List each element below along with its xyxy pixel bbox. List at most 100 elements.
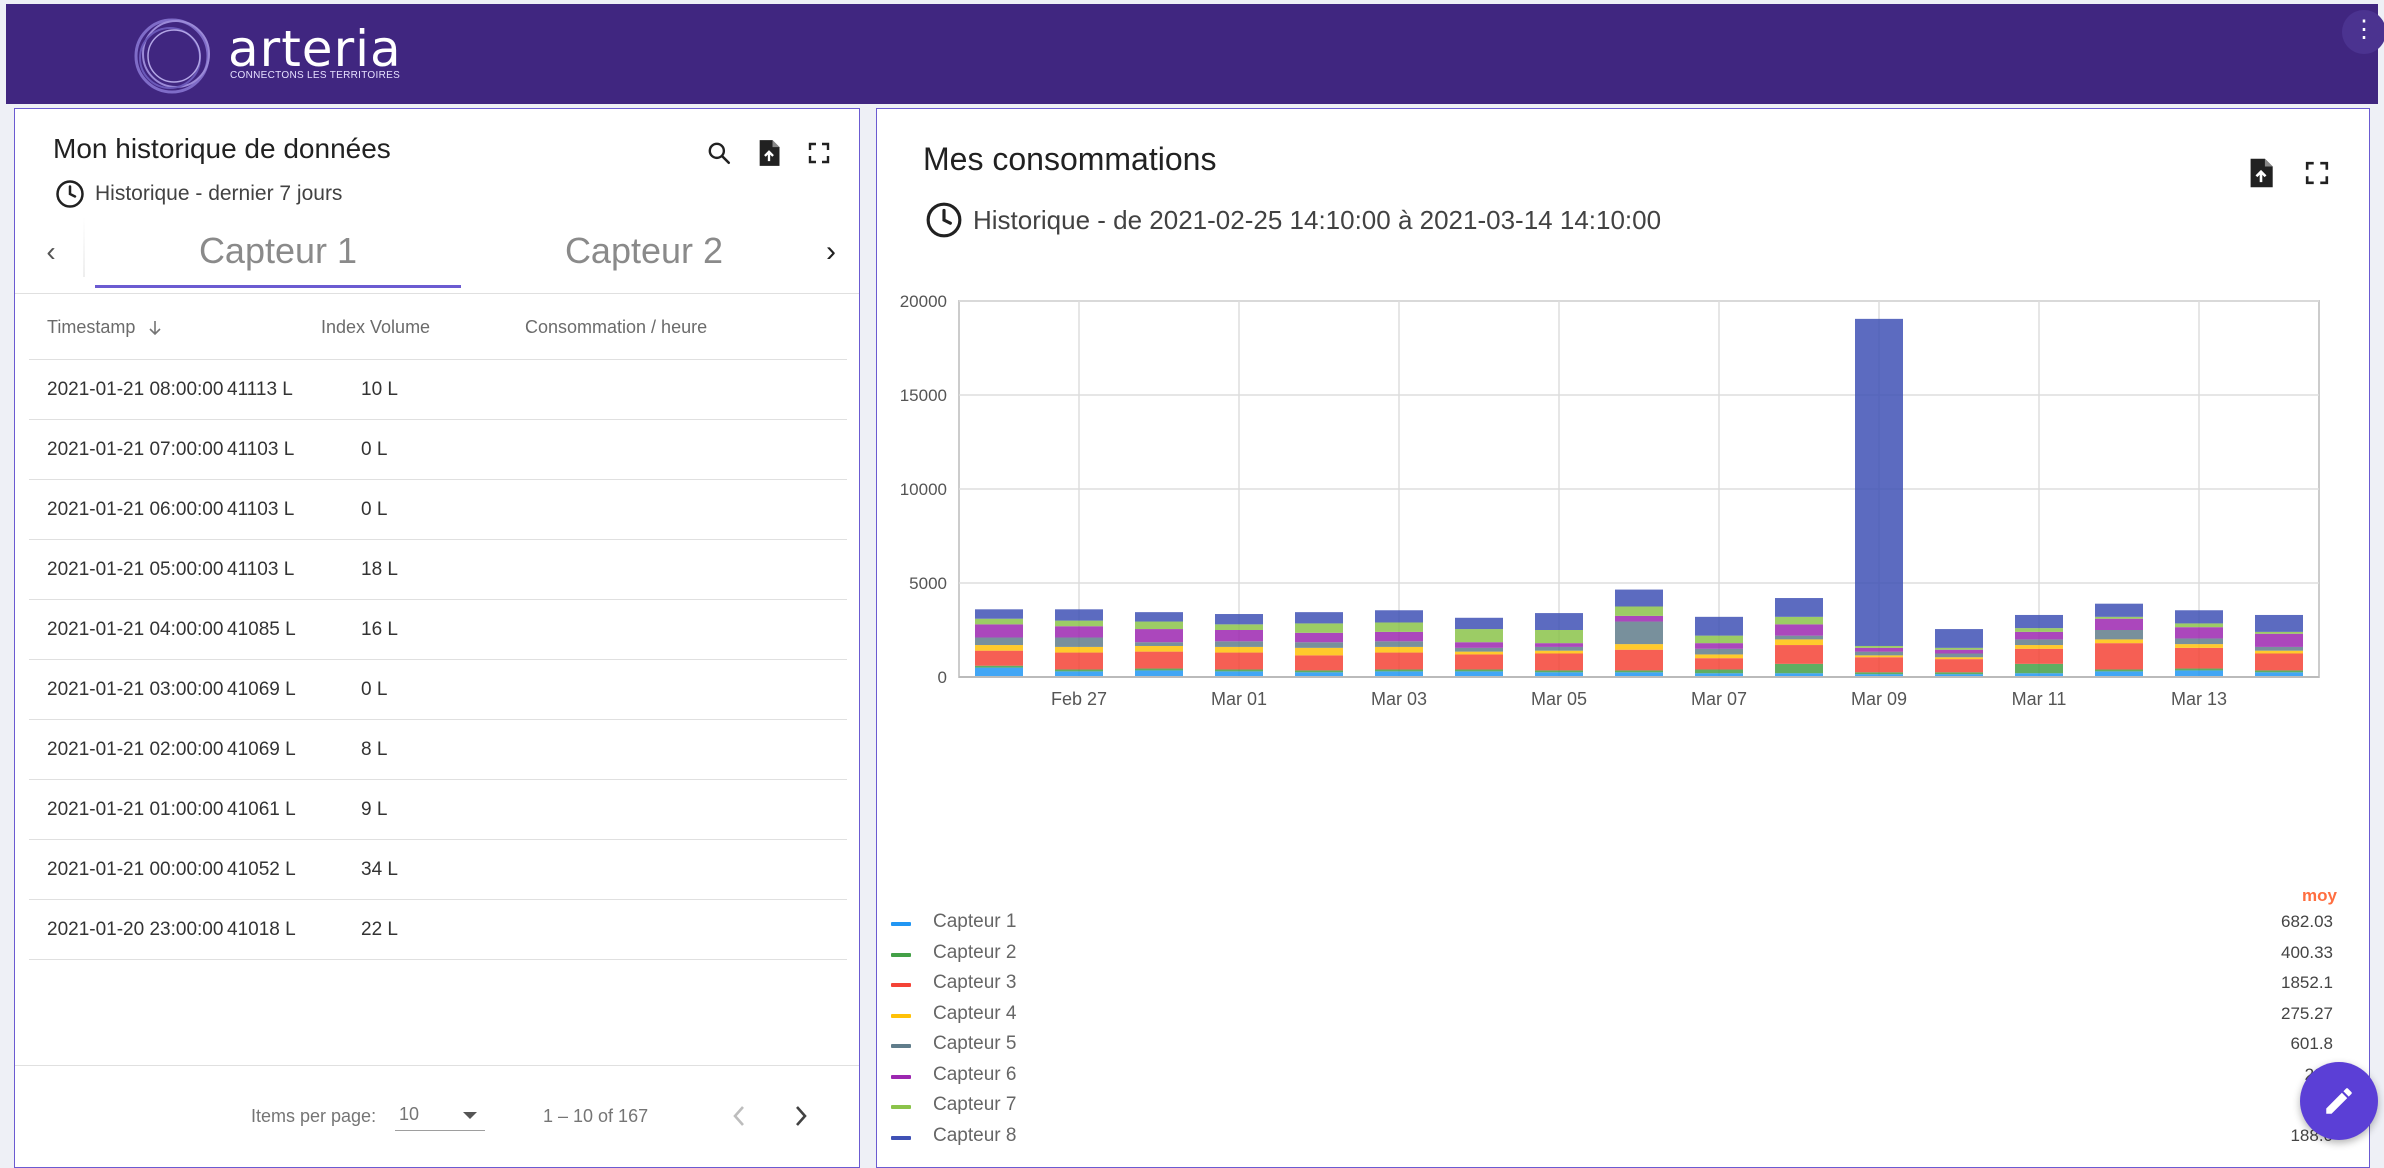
table-row[interactable]: 2021-01-21 03:00:00 41069 L 0 L bbox=[29, 659, 847, 720]
bar-segment bbox=[1615, 644, 1663, 650]
next-page-button[interactable] bbox=[781, 1096, 821, 1136]
y-tick-label: 0 bbox=[938, 668, 947, 687]
brand-logo[interactable]: arteria CONNECTONS LES TERRITOIRES bbox=[130, 6, 410, 104]
table-row[interactable]: 2021-01-21 05:00:00 41103 L 18 L bbox=[29, 539, 847, 600]
bar-segment bbox=[1855, 645, 1903, 648]
bar-segment bbox=[1295, 642, 1343, 648]
bar-segment bbox=[1135, 612, 1183, 622]
bar-segment bbox=[1375, 641, 1423, 647]
bar-segment bbox=[1775, 616, 1823, 625]
bar-segment bbox=[1215, 641, 1263, 647]
cell-consommation: 0 L bbox=[361, 499, 388, 520]
cell-consommation: 18 L bbox=[361, 559, 398, 580]
bar-segment bbox=[1135, 651, 1183, 669]
bar-segment bbox=[1775, 663, 1823, 674]
fullscreen-button[interactable] bbox=[799, 133, 839, 173]
export-file-icon bbox=[759, 140, 780, 166]
brand-tagline: CONNECTONS LES TERRITOIRES bbox=[230, 70, 401, 81]
bar-segment bbox=[1295, 655, 1343, 671]
bar-segment bbox=[975, 609, 1023, 619]
table-row[interactable]: 2021-01-20 23:00:00 41018 L 22 L bbox=[29, 899, 847, 960]
legend-item[interactable]: Capteur 1 682.03 bbox=[891, 909, 2351, 939]
legend-label: Capteur 4 bbox=[933, 1002, 1017, 1024]
bar-segment bbox=[1855, 647, 1903, 652]
fullscreen-button[interactable] bbox=[2297, 153, 2337, 193]
legend-label: Capteur 8 bbox=[933, 1124, 1017, 1146]
dropdown-arrow-icon bbox=[463, 1112, 477, 1119]
more-options-button[interactable]: ⋮ bbox=[2342, 10, 2384, 54]
table-row[interactable]: 2021-01-21 08:00:00 41113 L 10 L bbox=[29, 359, 847, 420]
bar-segment bbox=[1215, 630, 1263, 642]
bar-segment bbox=[1455, 654, 1503, 670]
cell-consommation: 16 L bbox=[361, 619, 398, 640]
range-label: 1 – 10 of 167 bbox=[543, 1106, 649, 1126]
tab-capteur-2[interactable]: Capteur 2 bbox=[461, 217, 827, 285]
items-per-page-select[interactable]: 10 bbox=[395, 1100, 485, 1131]
column-header-consommation[interactable]: Consommation / heure bbox=[525, 295, 707, 359]
cell-index-volume: 41085 L bbox=[227, 619, 296, 640]
cell-timestamp: 2021-01-21 04:00:00 bbox=[47, 619, 224, 640]
legend-label: Capteur 3 bbox=[933, 972, 1017, 993]
bar-segment bbox=[1775, 598, 1823, 617]
bar-segment bbox=[2255, 653, 2303, 671]
paginator: Items per page: 10 1 – 10 of 167 bbox=[15, 1065, 859, 1166]
tab-prev-button[interactable]: ‹ bbox=[31, 227, 71, 277]
tab-next-button[interactable]: › bbox=[811, 227, 851, 277]
cell-index-volume: 41103 L bbox=[227, 499, 295, 520]
table-row[interactable]: 2021-01-21 01:00:00 41061 L 9 L bbox=[29, 779, 847, 840]
export-button[interactable] bbox=[2241, 153, 2281, 193]
bar-segment bbox=[1935, 647, 1983, 650]
cell-consommation: 22 L bbox=[361, 919, 398, 940]
cell-timestamp: 2021-01-21 05:00:00 bbox=[47, 559, 224, 580]
cell-index-volume: 41113 L bbox=[227, 379, 293, 400]
y-tick-label: 20000 bbox=[900, 292, 947, 311]
x-tick-label: Mar 09 bbox=[1851, 689, 1907, 709]
search-button[interactable] bbox=[699, 133, 739, 173]
cell-index-volume: 41069 L bbox=[227, 739, 296, 760]
bar-segment bbox=[1615, 649, 1663, 671]
cell-consommation: 9 L bbox=[361, 799, 388, 820]
bar-segment bbox=[975, 667, 1023, 677]
bar-segment bbox=[1855, 657, 1903, 673]
edit-fab-button[interactable] bbox=[2300, 1062, 2378, 1140]
legend-item[interactable]: Capteur 8 188.0 bbox=[891, 1123, 2351, 1153]
table-row[interactable]: 2021-01-21 04:00:00 41085 L 16 L bbox=[29, 599, 847, 660]
cell-consommation: 8 L bbox=[361, 739, 388, 760]
x-tick-label: Mar 03 bbox=[1371, 689, 1427, 709]
bar-segment bbox=[1055, 669, 1103, 672]
cell-timestamp: 2021-01-21 07:00:00 bbox=[47, 439, 224, 460]
bar-segment bbox=[1855, 655, 1903, 658]
bar-segment bbox=[1135, 645, 1183, 652]
cell-index-volume: 41069 L bbox=[227, 679, 296, 700]
legend-item[interactable]: Capteur 5 601.8 bbox=[891, 1031, 2351, 1061]
bar-segment bbox=[1215, 624, 1263, 630]
legend-item[interactable]: Capteur 4 275.27 bbox=[891, 1001, 2351, 1031]
bar-segment bbox=[2255, 650, 2303, 654]
column-header-index-volume[interactable]: Index Volume bbox=[321, 295, 430, 359]
bar-segment bbox=[1295, 647, 1343, 656]
table-row[interactable]: 2021-01-21 06:00:00 41103 L 0 L bbox=[29, 479, 847, 540]
legend-item[interactable]: Capteur 2 400.33 bbox=[891, 940, 2351, 970]
legend-item[interactable]: Capteur 720 bbox=[891, 1092, 2351, 1122]
cell-index-volume: 41103 L bbox=[227, 559, 295, 580]
column-header-timestamp[interactable]: Timestamp bbox=[47, 295, 162, 359]
bar-segment bbox=[1775, 639, 1823, 646]
table-row[interactable]: 2021-01-21 07:00:00 41103 L 0 L bbox=[29, 419, 847, 480]
table-row[interactable]: 2021-01-21 00:00:00 41052 L 34 L bbox=[29, 839, 847, 900]
table-row[interactable]: 2021-01-21 02:00:00 41069 L 8 L bbox=[29, 719, 847, 780]
fullscreen-icon bbox=[2305, 161, 2329, 185]
previous-page-button[interactable] bbox=[719, 1096, 759, 1136]
bar-segment bbox=[1695, 669, 1743, 674]
cell-timestamp: 2021-01-21 06:00:00 bbox=[47, 499, 224, 520]
tab-capteur-1[interactable]: Capteur 1 bbox=[95, 217, 461, 288]
bar-segment bbox=[1455, 647, 1503, 652]
legend-swatch bbox=[891, 1105, 911, 1109]
legend-average-value: 275.27 bbox=[2281, 1003, 2333, 1023]
legend-item[interactable]: Capteur 3 1852.1 bbox=[891, 970, 2351, 1000]
bar-segment bbox=[2015, 645, 2063, 649]
x-tick-label: Mar 11 bbox=[2012, 689, 2067, 709]
legend-item[interactable]: Capteur 6232 bbox=[891, 1062, 2351, 1092]
export-button[interactable] bbox=[749, 133, 789, 173]
consumption-chart: 0 5000 10000 15000 20000 Feb 27 Mar 01 Mar 03 Ma… bbox=[900, 292, 2320, 709]
bar-segment bbox=[2175, 623, 2223, 628]
